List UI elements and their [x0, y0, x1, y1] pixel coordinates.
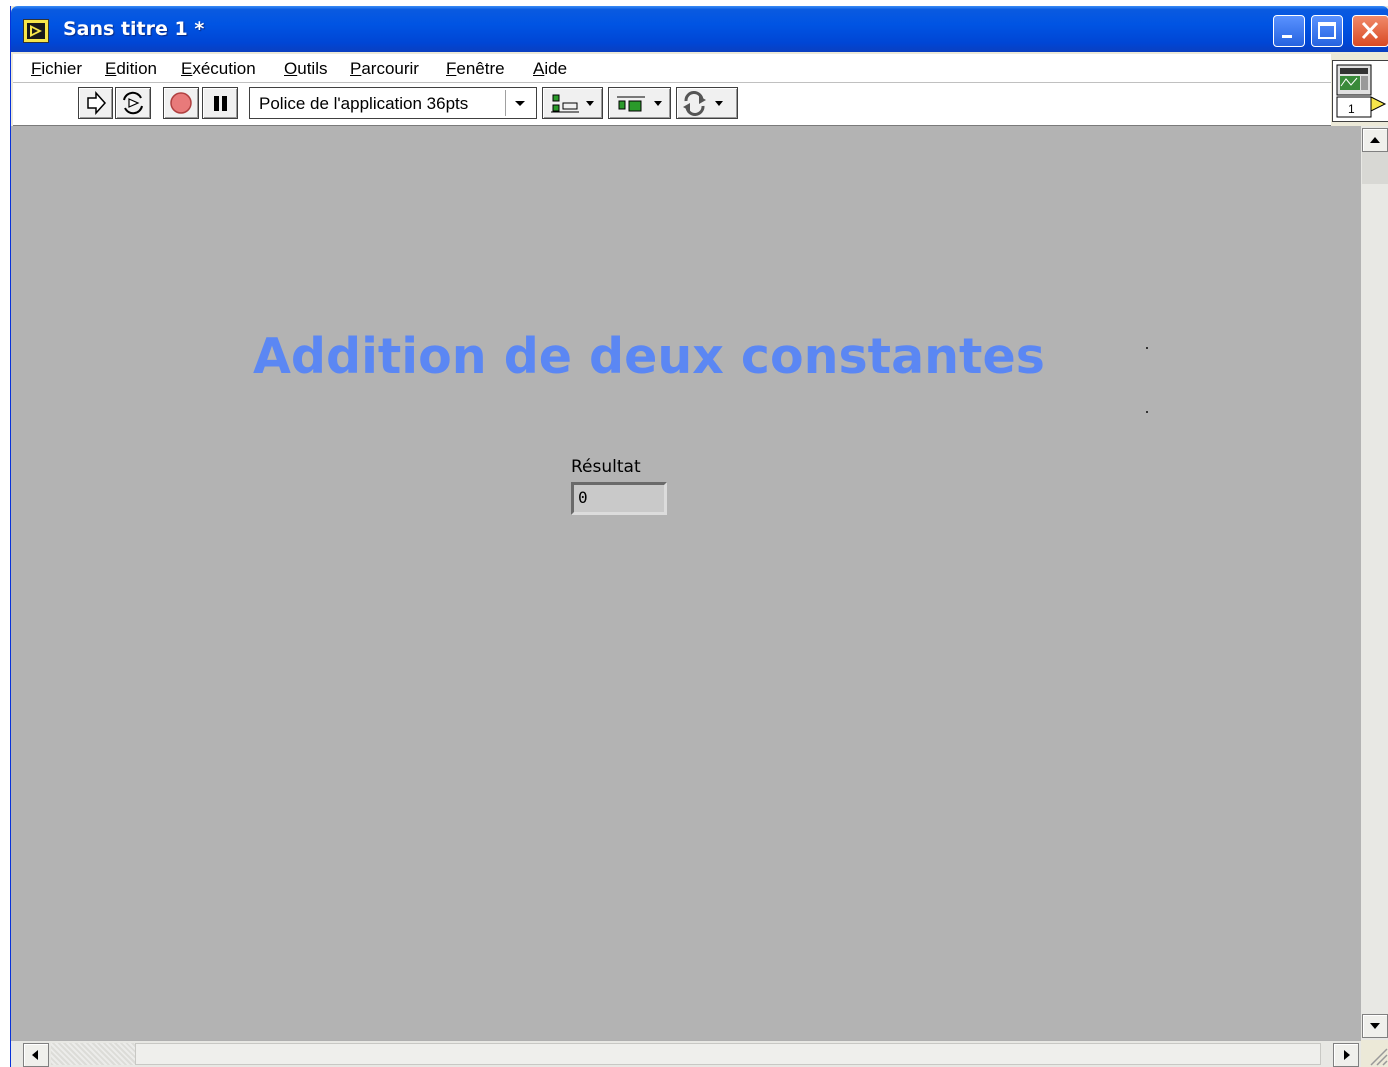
- distribute-objects-icon[interactable]: [608, 87, 671, 119]
- window-title: Sans titre 1 *: [63, 18, 205, 40]
- panel-dot: [1146, 411, 1148, 413]
- scroll-left-icon[interactable]: [23, 1043, 49, 1067]
- menu-outils[interactable]: Outils: [284, 59, 327, 79]
- panel-title-label[interactable]: Addition de deux constantes: [253, 328, 1073, 385]
- toolbar: Police de l'application 36pts: [13, 83, 1331, 127]
- close-button[interactable]: [1352, 15, 1388, 47]
- vertical-scrollbar[interactable]: [1361, 126, 1388, 1040]
- vi-connector-icon[interactable]: 1: [1332, 60, 1388, 122]
- font-selector[interactable]: Police de l'application 36pts: [249, 87, 537, 119]
- align-objects-icon[interactable]: [542, 87, 603, 119]
- menu-edition[interactable]: Edition: [105, 59, 157, 79]
- maximize-button[interactable]: [1311, 15, 1343, 47]
- menu-bar: Fichier Edition Exécution Outils Parcour…: [13, 54, 1331, 83]
- horizontal-scrollbar[interactable]: [11, 1040, 1361, 1067]
- minimize-button[interactable]: [1273, 15, 1305, 47]
- vertical-scroll-thumb[interactable]: [1362, 152, 1388, 184]
- labview-vi-window: Sans titre 1 * Fichier Edition Exécution…: [10, 6, 1388, 1067]
- indicator-value: 0: [578, 488, 588, 507]
- run-continuously-icon[interactable]: [115, 87, 151, 119]
- vi-icon-number: 1: [1348, 102, 1355, 116]
- font-selector-value: Police de l'application 36pts: [259, 94, 469, 113]
- pause-icon[interactable]: [202, 87, 238, 119]
- horizontal-scroll-track[interactable]: [135, 1043, 1321, 1065]
- horizontal-scroll-thumb[interactable]: [51, 1043, 135, 1065]
- menu-fichier[interactable]: Fichier: [31, 59, 82, 79]
- scroll-right-icon[interactable]: [1333, 1043, 1359, 1067]
- abort-stop-icon[interactable]: [163, 87, 199, 119]
- labview-run-icon: [23, 19, 49, 43]
- scroll-down-icon[interactable]: [1362, 1014, 1388, 1038]
- run-button[interactable]: [78, 87, 113, 119]
- result-indicator[interactable]: 0: [571, 482, 667, 515]
- indicator-label: Résultat: [571, 457, 641, 477]
- menu-aide[interactable]: Aide: [533, 59, 567, 79]
- panel-dot: [1146, 347, 1148, 349]
- front-panel[interactable]: Addition de deux constantes Résultat 0: [11, 126, 1361, 1040]
- title-bar[interactable]: Sans titre 1 *: [11, 6, 1388, 52]
- resize-grip-icon[interactable]: [1361, 1040, 1388, 1067]
- reorder-icon[interactable]: [676, 87, 738, 119]
- menu-parcourir[interactable]: Parcourir: [350, 59, 419, 79]
- scroll-up-icon[interactable]: [1362, 128, 1388, 152]
- menu-execution[interactable]: Exécution: [181, 59, 256, 79]
- menu-fenetre[interactable]: Fenêtre: [446, 59, 505, 79]
- chevron-down-icon[interactable]: [505, 90, 534, 116]
